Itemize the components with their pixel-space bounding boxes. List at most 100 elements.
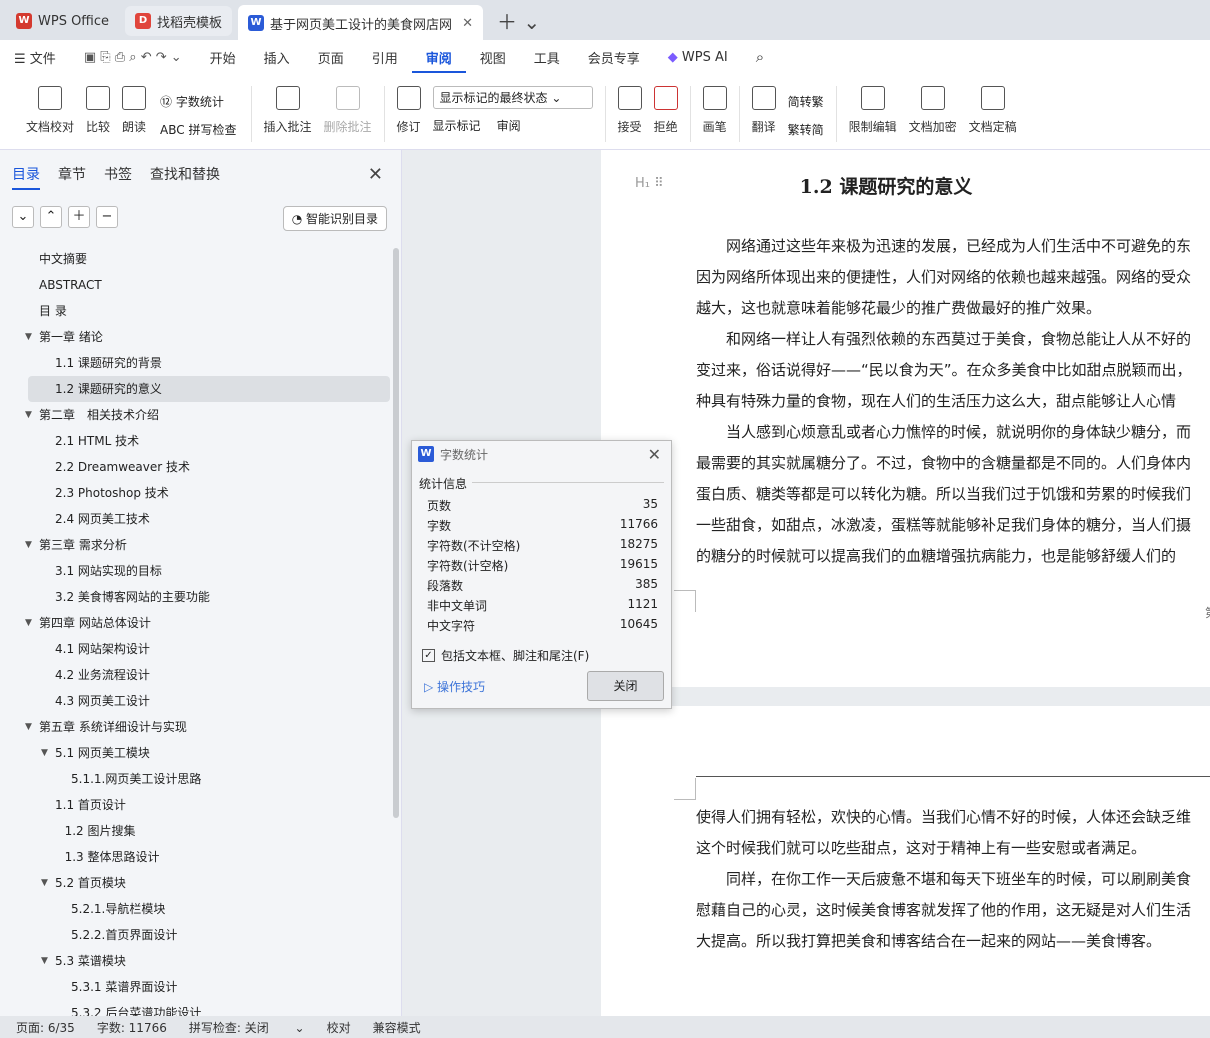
text-line[interactable]: 越大，这也就意味着能够花最少的推广费做最好的推广效果。 [696, 293, 1210, 324]
expand-arrow-icon[interactable]: ▼ [25, 532, 32, 558]
toc-item[interactable]: 中文摘要 [0, 246, 392, 272]
toc-item[interactable]: 1.1 课题研究的背景 [0, 350, 392, 376]
expand-arrow-icon[interactable]: ▼ [25, 402, 32, 428]
text-line[interactable]: 蛋白质、糖类等都是可以转化为糖。所以当我们过于饥饿和劳累的时候我们 [696, 479, 1210, 510]
text-line[interactable]: 当人感到心烦意乱或者心力憔悴的时候，就说明你的身体缺少糖分，而 [696, 417, 1210, 448]
reject-button[interactable]: 拒绝 [654, 82, 678, 135]
proof-status[interactable]: 校对 [327, 1019, 351, 1036]
menu-view[interactable]: 视图 [466, 48, 520, 67]
spell-check-status[interactable]: 拼写检查: 关闭 ⌄ [189, 1019, 305, 1036]
toc-item[interactable]: ABSTRACT [0, 272, 392, 298]
expand-arrow-icon[interactable]: ▼ [41, 948, 48, 974]
text-line[interactable]: 大提高。所以我打算把美食和博客结合在一起来的网站——美食博客。 [696, 926, 1210, 957]
finalize-button[interactable]: 文档定稿 [969, 82, 1017, 135]
close-button[interactable]: 关闭 [587, 671, 664, 701]
word-count-button[interactable]: ⑫ 字数统计 [160, 88, 236, 116]
toc-item[interactable]: 5.2.2.首页界面设计 [0, 922, 392, 948]
include-notes-checkbox[interactable]: ✓包括文本框、脚注和尾注(F) [422, 647, 589, 664]
close-tab-icon[interactable]: ✕ [462, 16, 473, 31]
toc-item[interactable]: ▼5.3 菜谱模块 [0, 948, 392, 974]
tab-toc[interactable]: 目录 [12, 164, 40, 190]
new-tab-button[interactable]: ＋ ⌄ [497, 6, 540, 35]
text-line[interactable]: 慰藉自己的心灵，这时候美食博客就发挥了他的作用，这无疑是对人们生活 [696, 895, 1210, 926]
tab-bookmark[interactable]: 书签 [104, 164, 132, 184]
tab-wps-office[interactable]: WWPS Office [6, 6, 119, 36]
toc-item[interactable]: 1.3 整体思路设计 [0, 844, 392, 870]
revise-button[interactable]: 修订 [397, 82, 421, 135]
close-icon[interactable]: ✕ [648, 445, 661, 464]
page-indicator[interactable]: 页面: 6/35 [16, 1019, 75, 1036]
menu-tools[interactable]: 工具 [520, 48, 574, 67]
toc-item[interactable]: 3.1 网站实现的目标 [0, 558, 392, 584]
expand-arrow-icon[interactable]: ▼ [41, 740, 48, 766]
toc-item[interactable]: 2.2 Dreamweaver 技术 [0, 454, 392, 480]
wps-ai-button[interactable]: ◆ WPS AI [654, 50, 742, 65]
text-line[interactable]: 的糖分的时候就可以提高我们的血糖增强抗病能力，也是能够舒缓人们的 [696, 541, 1210, 572]
tab-template[interactable]: D找稻壳模板 [125, 6, 232, 36]
pen-button[interactable]: 画笔 [703, 82, 727, 135]
text-line[interactable]: 和网络一样让人有强烈依赖的东西莫过于美食，食物总能让人从不好的 [696, 324, 1210, 355]
text-line[interactable]: 一些甜食，如甜点，冰激凌，蛋糕等就能够补足我们身体的糖分，当人们摄 [696, 510, 1210, 541]
encrypt-button[interactable]: 文档加密 [909, 82, 957, 135]
search-icon[interactable]: ⌕ [742, 48, 778, 66]
text-line[interactable]: 变过来，俗话说得好——“民以食为天”。在众多美食中比如甜点脱颖而出， [696, 355, 1210, 386]
expand-arrow-icon[interactable]: ▼ [25, 324, 32, 350]
text-line[interactable]: 最需要的其实就属糖分了。不过，食物中的含糖量都是不同的。人们身体内 [696, 448, 1210, 479]
translate-button[interactable]: 翻译 [752, 82, 776, 135]
toc-item[interactable]: 目 录 [0, 298, 392, 324]
expand-arrow-icon[interactable]: ▼ [25, 714, 32, 740]
review-pane-button[interactable]: 审阅 [497, 117, 521, 134]
tips-link[interactable]: ▷ 操作技巧 [424, 678, 485, 695]
menu-member[interactable]: 会员专享 [574, 48, 654, 67]
to-simplified-button[interactable]: 繁转简 [788, 116, 824, 144]
expand-arrow-icon[interactable]: ▼ [25, 610, 32, 636]
text-line[interactable]: 网络通过这些年来极为迅速的发展，已经成为人们生活中不可避免的东 [696, 231, 1210, 262]
toc-item[interactable]: ▼第四章 网站总体设计 [0, 610, 392, 636]
show-marks-button[interactable]: 显示标记 [433, 117, 481, 134]
toc-item[interactable]: 1.1 首页设计 [0, 792, 392, 818]
chevron-down-icon[interactable]: ⌄ [12, 206, 34, 228]
toc-item[interactable]: ▼第一章 绪论 [0, 324, 392, 350]
toc-item[interactable]: 5.1.1.网页美工设计思路 [0, 766, 392, 792]
text-line[interactable]: 同样，在你工作一天后疲惫不堪和每天下班坐车的时候，可以刷刷美食 [696, 864, 1210, 895]
toc-item[interactable]: ▼第五章 系统详细设计与实现 [0, 714, 392, 740]
toc-item[interactable]: ▼第二章 相关技术介绍 [0, 402, 392, 428]
smart-toc-button[interactable]: ◔ 智能识别目录 [283, 206, 387, 231]
file-menu[interactable]: ☰ 文件 [0, 48, 70, 67]
toc-item[interactable]: 3.2 美食博客网站的主要功能 [0, 584, 392, 610]
toc-item[interactable]: 2.4 网页美工技术 [0, 506, 392, 532]
spell-check-button[interactable]: ABC 拼写检查 [160, 116, 236, 144]
compare-button[interactable]: 比较 [86, 82, 110, 135]
delete-comment-button[interactable]: 删除批注 [324, 82, 372, 135]
toc-item[interactable]: 1.2 图片搜集 [0, 818, 392, 844]
read-aloud-button[interactable]: 朗读 [122, 82, 146, 135]
sidebar-scrollbar[interactable] [393, 248, 399, 818]
menu-reference[interactable]: 引用 [358, 48, 412, 67]
toc-item[interactable]: 5.3.2 后台菜谱功能设计 [0, 1000, 392, 1016]
proofread-button[interactable]: 文档校对 [26, 82, 74, 135]
word-count-status[interactable]: 字数: 11766 [97, 1019, 167, 1036]
close-icon[interactable]: ✕ [368, 164, 383, 185]
toc-item[interactable]: 4.2 业务流程设计 [0, 662, 392, 688]
markup-state-select[interactable]: 显示标记的最终状态 ⌄ [433, 86, 593, 109]
toc-item[interactable]: 1.2 课题研究的意义 [28, 376, 390, 402]
toc-item[interactable]: ▼第三章 需求分析 [0, 532, 392, 558]
restrict-edit-button[interactable]: 限制编辑 [849, 82, 897, 135]
menu-insert[interactable]: 插入 [250, 48, 304, 67]
chevron-up-icon[interactable]: ⌃ [40, 206, 62, 228]
tab-find-replace[interactable]: 查找和替换 [150, 164, 220, 184]
toc-item[interactable]: ▼5.2 首页模块 [0, 870, 392, 896]
accept-button[interactable]: 接受 [618, 82, 642, 135]
toc-item[interactable]: ▼5.1 网页美工模块 [0, 740, 392, 766]
tab-chapter[interactable]: 章节 [58, 164, 86, 184]
text-line[interactable]: 种具有特殊力量的食物，现在人们的生活压力这么大，甜点能够让人心情 [696, 386, 1210, 417]
minus-icon[interactable]: − [96, 206, 118, 228]
tab-document[interactable]: W基于网页美工设计的美食网店网✕ [238, 5, 483, 41]
insert-comment-button[interactable]: 插入批注 [264, 82, 312, 135]
toc-item[interactable]: 2.3 Photoshop 技术 [0, 480, 392, 506]
to-traditional-button[interactable]: 简转繁 [788, 88, 824, 116]
plus-icon[interactable]: ＋ [68, 206, 90, 228]
text-line[interactable]: 因为网络所体现出来的便捷性，人们对网络的依赖也越来越强。网络的受众 [696, 262, 1210, 293]
text-line[interactable]: 这个时候我们就可以吃些甜点，这对于精神上有一些安慰或者满足。 [696, 833, 1210, 864]
quick-toolbar[interactable]: ▣ ⎘ ⎙ ⌕ ↶ ↷ ⌄ [70, 50, 196, 65]
